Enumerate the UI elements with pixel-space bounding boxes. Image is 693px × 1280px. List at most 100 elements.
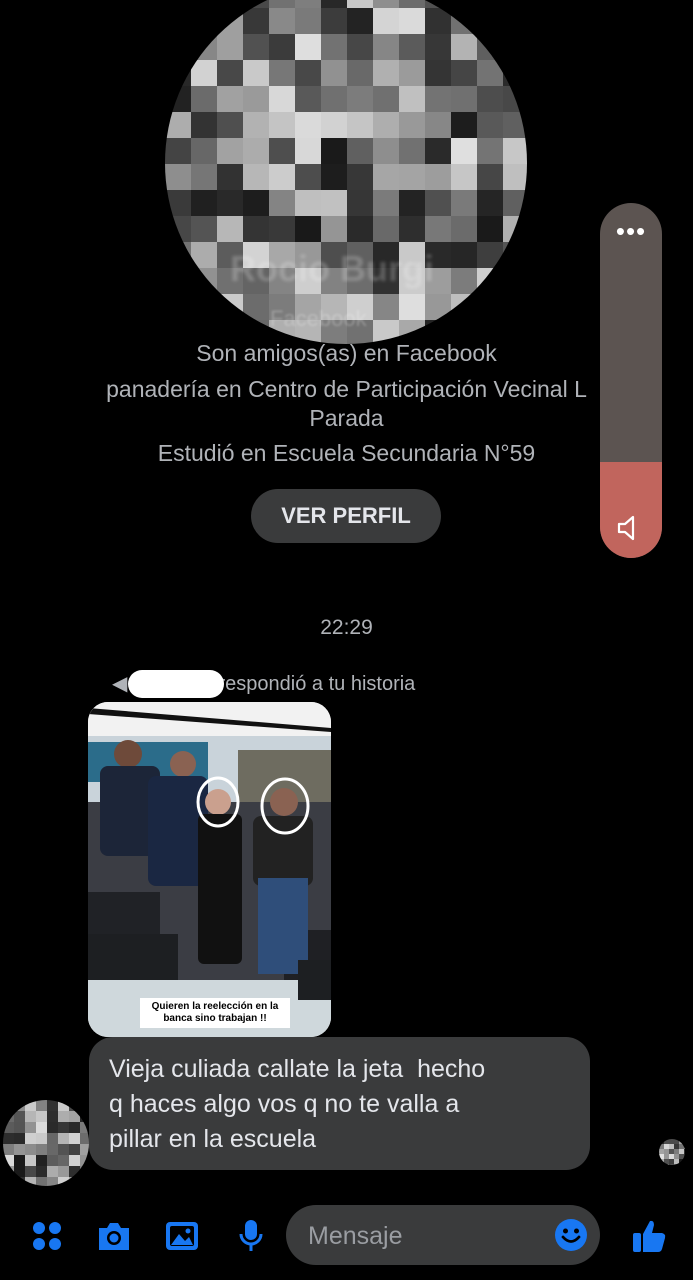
message-bubble[interactable]: Vieja culiada callate la jeta hecho q ha… (89, 1037, 590, 1170)
mosaic-tile (425, 86, 451, 112)
mosaic-tile (425, 34, 451, 60)
emoji-icon[interactable] (554, 1218, 588, 1252)
mosaic-tile (47, 1166, 58, 1177)
mosaic-tile (295, 0, 321, 8)
mosaic-tile (659, 1149, 664, 1154)
mosaic-tile (347, 60, 373, 86)
mosaic-tile (451, 138, 477, 164)
mosaic-tile (425, 138, 451, 164)
view-profile-button[interactable]: VER PERFIL (251, 489, 441, 543)
mosaic-tile (321, 112, 347, 138)
story-thumbnail[interactable]: Quieren la reelección en la banca sino t… (88, 702, 331, 1037)
mosaic-tile (269, 34, 295, 60)
thumbs-up-icon[interactable] (627, 1214, 671, 1258)
mosaic-tile (503, 112, 527, 138)
mosaic-tile (217, 164, 243, 190)
mosaic-tile (425, 60, 451, 86)
more-options-icon[interactable]: ••• (600, 218, 662, 244)
gallery-icon[interactable] (160, 1214, 204, 1258)
mosaic-tile (58, 1144, 69, 1155)
mosaic-tile (269, 0, 295, 8)
mosaic-tile (399, 294, 425, 320)
mosaic-tile (217, 190, 243, 216)
mosaic-tile (451, 190, 477, 216)
mosaic-tile (451, 216, 477, 242)
mosaic-tile (684, 1159, 685, 1164)
mosaic-tile (80, 1111, 89, 1122)
mosaic-tile (25, 1177, 36, 1186)
mosaic-tile (664, 1139, 669, 1144)
mosaic-tile (399, 138, 425, 164)
microphone-icon[interactable] (229, 1214, 273, 1258)
mosaic-tile (674, 1164, 679, 1165)
menu-grid-icon[interactable] (25, 1214, 69, 1258)
mosaic-tile (69, 1144, 80, 1155)
mosaic-tile (679, 1144, 684, 1149)
mosaic-tile (36, 1177, 47, 1186)
mosaic-tile (451, 8, 477, 34)
mosaic-tile (69, 1177, 80, 1186)
mosaic-tile (25, 1144, 36, 1155)
speaker-icon[interactable] (614, 512, 646, 544)
mosaic-tile (373, 34, 399, 60)
profile-subtitle: Facebook (270, 306, 367, 331)
mosaic-tile (347, 86, 373, 112)
profile-name: Rocio Burgi (230, 248, 434, 289)
mosaic-tile (373, 0, 399, 8)
mosaic-tile (80, 1144, 89, 1155)
mosaic-tile (3, 1122, 14, 1133)
mosaic-tile (669, 1154, 674, 1159)
story-reply-text: respondió a tu historia (218, 673, 416, 695)
sender-avatar[interactable] (3, 1100, 89, 1186)
mosaic-tile (295, 86, 321, 112)
mosaic-tile (58, 1111, 69, 1122)
mosaic-tile (25, 1100, 36, 1111)
mosaic-tile (25, 1122, 36, 1133)
mosaic-tile (373, 294, 399, 320)
mosaic-tile (451, 294, 477, 320)
camera-icon[interactable] (92, 1214, 136, 1258)
mosaic-tile (25, 1155, 36, 1166)
mosaic-tile (664, 1159, 669, 1164)
mosaic-tile (191, 190, 217, 216)
volume-panel[interactable]: ••• (600, 203, 662, 558)
mosaic-tile (14, 1155, 25, 1166)
mosaic-tile (321, 86, 347, 112)
mosaic-tile (243, 0, 269, 8)
mosaic-tile (373, 8, 399, 34)
mosaic-tile (14, 1133, 25, 1144)
mosaic-tile (295, 164, 321, 190)
mosaic-tile (69, 1122, 80, 1133)
mosaic-tile (47, 1100, 58, 1111)
mosaic-tile (503, 216, 527, 242)
school-info: Estudió en Escuela Secundaria N°59 (157, 440, 536, 466)
mosaic-tile (58, 1100, 69, 1111)
mosaic-tile (191, 164, 217, 190)
mosaic-tile (269, 86, 295, 112)
mosaic-tile (347, 0, 373, 8)
mosaic-tile (269, 60, 295, 86)
mosaic-tile (36, 1144, 47, 1155)
mosaic-tile (321, 138, 347, 164)
mosaic-tile (679, 1159, 684, 1164)
mosaic-tile (451, 112, 477, 138)
mosaic-tile (503, 242, 527, 268)
mosaic-tile (243, 86, 269, 112)
mosaic-tile (295, 60, 321, 86)
mosaic-tile (477, 0, 503, 8)
profile-avatar[interactable] (165, 0, 527, 344)
message-input[interactable] (306, 1205, 540, 1267)
message-input-container[interactable] (286, 1205, 600, 1267)
mosaic-tile (36, 1100, 47, 1111)
mosaic-tile (217, 0, 243, 8)
mosaic-tile (373, 164, 399, 190)
mosaic-tile (80, 1100, 89, 1111)
mosaic-tile (58, 1166, 69, 1177)
work-info-line2: Parada (309, 405, 384, 431)
mosaic-tile (3, 1155, 14, 1166)
mosaic-tile (674, 1149, 679, 1154)
mosaic-tile (47, 1144, 58, 1155)
mosaic-tile (669, 1149, 674, 1154)
mosaic-tile (165, 294, 191, 320)
mosaic-tile (58, 1122, 69, 1133)
